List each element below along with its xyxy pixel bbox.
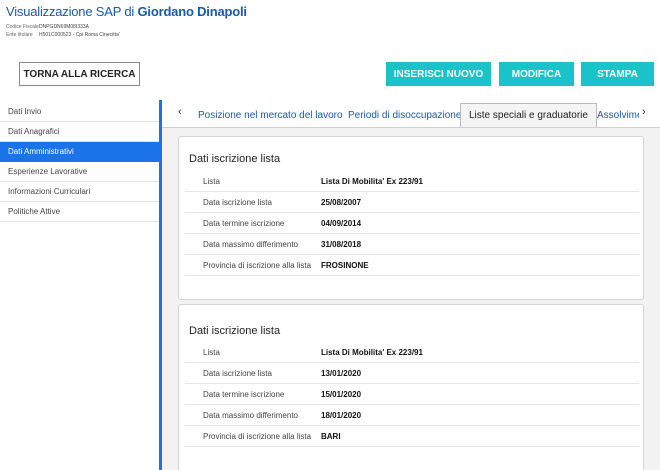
table-row: Data termine iscrizione 04/09/2014 (185, 213, 639, 234)
sidebar-item-esperienze-lavorative[interactable]: Esperienze Lavorative (0, 162, 160, 182)
sidebar-item-dati-amministrativi[interactable]: Dati Amministrativi (0, 142, 160, 162)
table-row: Data massimo differimento 31/08/2018 (185, 234, 639, 255)
chevron-left-icon[interactable]: ‹ (178, 106, 182, 118)
row-value: 31/08/2018 (321, 239, 362, 249)
table-row: Provincia di iscrizione alla lista FROSI… (185, 255, 639, 276)
table-row: Provincia di iscrizione alla lista BARI (185, 426, 639, 447)
row-key: Provincia di iscrizione alla lista (203, 260, 312, 270)
sidebar-item-politiche-attive[interactable]: Politiche Attive (0, 202, 160, 222)
sidebar-item-informazioni-curriculari[interactable]: Informazioni Curriculari (0, 182, 160, 202)
row-key: Lista (203, 347, 220, 357)
ente-value: H501C000523 - Cpi Roma Cinecitta' (39, 32, 120, 38)
tab-posizione-mercato-lavoro[interactable]: Posizione nel mercato del lavoro (198, 103, 343, 127)
edit-button[interactable]: MODIFICA (499, 62, 574, 86)
table-row: Data massimo differimento 18/01/2020 (185, 405, 639, 426)
tab-assolvimento[interactable]: Assolvime (597, 103, 639, 127)
card-title: Dati iscrizione lista (189, 325, 281, 337)
table-row: Data iscrizione lista 13/01/2020 (185, 363, 639, 384)
row-key: Data termine iscrizione (203, 389, 285, 399)
insert-new-button[interactable]: INSERISCI NUOVO (386, 62, 491, 86)
sidebar-item-dati-invio[interactable]: Dati Invio (0, 102, 160, 122)
row-value: Lista Di Mobilita' Ex 223/91 (321, 176, 423, 186)
tab-liste-speciali-graduatorie[interactable]: Liste speciali e graduatorie (460, 103, 597, 127)
row-value: 13/01/2020 (321, 368, 362, 378)
table-row: Lista Lista Di Mobilita' Ex 223/91 (185, 171, 639, 192)
sidebar-item-dati-anagrafici[interactable]: Dati Anagrafici (0, 122, 160, 142)
codice-fiscale-value: DNPGDN69M08I333A (39, 24, 90, 30)
page-title-prefix: Visualizzazione SAP di (6, 4, 138, 19)
row-value: FROSINONE (321, 260, 369, 270)
patient-name: Giordano Dinapoli (137, 4, 247, 19)
row-key: Data termine iscrizione (203, 218, 285, 228)
row-key: Data iscrizione lista (203, 368, 272, 378)
table-row: Data iscrizione lista 25/08/2007 (185, 192, 639, 213)
row-key: Lista (203, 176, 220, 186)
chevron-right-icon[interactable]: › (642, 106, 646, 118)
card-iscrizione-lista-1: Dati iscrizione lista Lista Lista Di Mob… (178, 136, 644, 300)
header-meta: Codice FiscaleDNPGDN69M08I333A Ente tito… (6, 23, 247, 39)
codice-fiscale-label: Codice Fiscale (6, 24, 39, 30)
row-value: 04/09/2014 (321, 218, 362, 228)
row-value: Lista Di Mobilita' Ex 223/91 (321, 347, 423, 357)
tab-content: Dati iscrizione lista Lista Lista Di Mob… (162, 128, 660, 470)
sidebar: Dati Invio Dati Anagrafici Dati Amminist… (0, 102, 160, 222)
tab-bar: ‹ Posizione nel mercato del lavoro Perio… (162, 100, 660, 128)
page-header: Visualizzazione SAP di Giordano Dinapoli… (6, 4, 247, 39)
row-key: Provincia di iscrizione alla lista (203, 431, 312, 441)
card-iscrizione-lista-2: Dati iscrizione lista Lista Lista Di Mob… (178, 304, 644, 470)
row-key: Data massimo differimento (203, 239, 298, 249)
back-to-search-button[interactable]: TORNA ALLA RICERCA (19, 62, 140, 86)
row-value: BARI (321, 431, 341, 441)
row-key: Data iscrizione lista (203, 197, 272, 207)
print-button[interactable]: STAMPA (581, 62, 654, 86)
row-value: 15/01/2020 (321, 389, 362, 399)
table-row: Data termine iscrizione 15/01/2020 (185, 384, 639, 405)
table-row: Lista Lista Di Mobilita' Ex 223/91 (185, 342, 639, 363)
row-value: 18/01/2020 (321, 410, 362, 420)
row-value: 25/08/2007 (321, 197, 362, 207)
card-title: Dati iscrizione lista (189, 153, 281, 165)
ente-label: Ente titolare (6, 32, 33, 38)
row-key: Data massimo differimento (203, 410, 298, 420)
page-title: Visualizzazione SAP di Giordano Dinapoli (6, 4, 247, 19)
tab-periodi-disoccupazione[interactable]: Periodi di disoccupazione (348, 103, 461, 127)
